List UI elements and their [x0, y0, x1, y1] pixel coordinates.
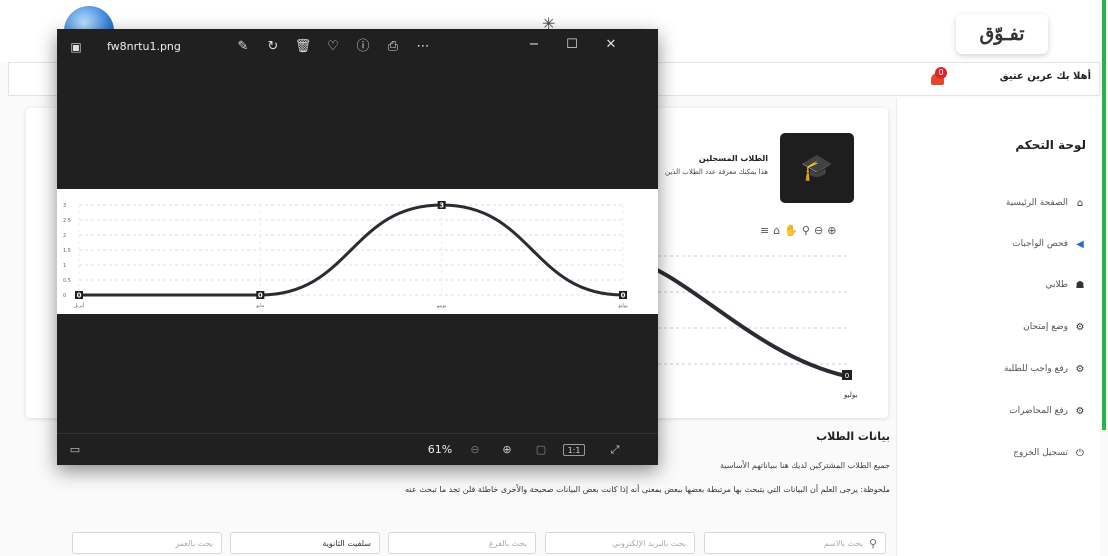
info-icon[interactable]: ⓘ [353, 37, 373, 57]
filmstrip-icon[interactable]: ▭ [65, 442, 85, 458]
viewer-filename: fw8nrtu1.png [107, 40, 181, 53]
school-select[interactable]: سلفيت الثانوية [230, 532, 380, 554]
x-tick-label: يونيو [436, 303, 447, 309]
more-options-icon[interactable]: ⋯ [413, 37, 433, 57]
sidebar-item-logout[interactable]: ⏻ تسجيل الخروج [1013, 444, 1086, 462]
sidebar: لوحة التحكم ⌂ الصفحة الرئيسية ◀ فحص الوا… [896, 98, 1100, 556]
sidebar-item-label: وضع إمتحان [1023, 322, 1068, 332]
search-email-input[interactable]: بحث بالبريد الإلكتروني [545, 532, 695, 554]
rotate-icon[interactable]: ↻ [263, 37, 283, 57]
students-data-title: بيانات الطلاب [816, 430, 890, 443]
sidebar-item-label: فحص الواجبات [1012, 239, 1068, 249]
y-tick-label: 0.5 [63, 278, 71, 284]
megaphone-icon: ◀ [1076, 238, 1084, 250]
line-chart: 3 2.5 2 1.5 1 0.5 0 0 0 3 0 أبريل مايو يونيو يوليو [63, 201, 628, 309]
search-icon: ⚲ [868, 536, 877, 550]
gear-icon: ⚙ [1075, 321, 1085, 333]
sidebar-item-label: تسجيل الخروج [1013, 448, 1068, 458]
data-label: 3 [439, 202, 444, 210]
actual-size-button[interactable]: 1:1 [563, 444, 585, 456]
students-data-subtitle: جميع الطلاب المشتركين لديك هنا ببياناتهم… [720, 461, 890, 470]
sidebar-item-upload-lectures[interactable]: ⚙ رفع المحاضرات [1009, 402, 1086, 420]
y-tick-label: 2 [63, 233, 66, 239]
sidebar-item-upload-homework[interactable]: ⚙ رفع واجب للطلبة [1004, 360, 1086, 378]
card-title: الطلاب المسجلين [698, 154, 768, 163]
minimize-button[interactable]: − [521, 35, 547, 55]
site-logo[interactable]: تفـوّق [956, 14, 1048, 54]
x-tick-label: يوليو [617, 303, 628, 309]
gear-icon: ⚙ [1075, 363, 1085, 375]
close-button[interactable]: ✕ [598, 35, 624, 55]
background-chart: 0 [640, 255, 852, 380]
favorite-heart-icon[interactable]: ♡ [323, 37, 343, 57]
students-data-note: ملحوظة: يرجى العلم أن البيانات التي يتبح… [405, 485, 890, 494]
graduate-icon: ☗ [1075, 279, 1085, 291]
sidebar-item-label: الصفحة الرئيسية [1005, 198, 1068, 208]
gear-icon: ⚙ [1075, 405, 1085, 417]
y-tick-label: 3 [63, 203, 66, 209]
data-label: 0 [258, 292, 263, 300]
data-label: 0 [77, 292, 82, 300]
sidebar-item-home[interactable]: ⌂ الصفحة الرئيسية [1006, 194, 1086, 212]
background-point-label: 0 [845, 372, 849, 380]
background-x-label: يوليو [844, 391, 858, 399]
x-tick-label: أبريل [74, 302, 85, 309]
y-tick-label: 1 [63, 263, 66, 269]
filter-value: سلفيت الثانوية [322, 538, 371, 548]
fit-to-window-icon[interactable]: ▢ [531, 442, 551, 458]
displayed-image: 3 2.5 2 1.5 1 0.5 0 0 0 3 0 أبريل مايو يونيو يوليو [57, 189, 658, 314]
print-icon[interactable]: ⎙ [383, 37, 403, 57]
sidebar-item-check-homework[interactable]: ◀ فحص الواجبات [1012, 235, 1086, 253]
filter-placeholder: بحث بالاسم [823, 538, 863, 548]
zoom-in-icon[interactable]: ⊕ [497, 442, 517, 458]
sidebar-item-label: رفع واجب للطلبة [1003, 364, 1068, 374]
notification-badge: 0 [935, 67, 947, 79]
power-icon: ⏻ [1076, 447, 1084, 459]
filter-placeholder: بحث بالعمر [175, 538, 213, 548]
search-branch-input[interactable]: بحث بالفرع [388, 532, 536, 554]
y-tick-label: 1.5 [63, 248, 71, 254]
sidebar-item-create-exam[interactable]: ⚙ وضع إمتحان [1023, 318, 1086, 336]
search-age-input[interactable]: بحث بالعمر [72, 532, 222, 554]
home-icon: ⌂ [1076, 197, 1084, 209]
page: ✳ تفـوّق أهلا بك عرين عتيق 0 لوحة التحكم… [0, 0, 1108, 556]
filter-placeholder: بحث بالفرع [488, 538, 527, 548]
notification-bell-icon[interactable]: 0 [929, 67, 949, 89]
fullscreen-icon[interactable]: ⤢ [605, 442, 625, 458]
graduation-cap-icon: 🎓 [780, 133, 854, 203]
viewer-titlebar: ▣ fw8nrtu1.png ✎ ↻ 🗑 ♡ ⓘ ⎙ ⋯ − ☐ ✕ [57, 29, 658, 65]
zoom-level: 61% [427, 443, 453, 456]
filter-placeholder: بحث بالبريد الإلكتروني [612, 538, 686, 548]
x-tick-label: مايو [255, 303, 264, 309]
accent-bar [1102, 0, 1106, 430]
zoom-out-icon[interactable]: ⊖ [465, 442, 485, 458]
photos-app-icon: ▣ [70, 40, 82, 54]
sidebar-item-label: رفع المحاضرات [1009, 406, 1068, 416]
image-viewer-window: ▣ fw8nrtu1.png ✎ ↻ 🗑 ♡ ⓘ ⎙ ⋯ − ☐ ✕ 3 2.5 2… [57, 29, 658, 465]
delete-icon[interactable]: 🗑 [293, 37, 313, 57]
sidebar-item-label: طلابي [1045, 280, 1068, 290]
card-description: هذا يمكنك معرفة عدد الطلاب الذين [665, 168, 768, 176]
y-tick-label: 2.5 [63, 218, 71, 224]
background-series-line [640, 260, 847, 378]
viewer-bottom-bar: ▭ 61% ⊖ ⊕ ▢ 1:1 ⤢ [57, 433, 658, 465]
maximize-button[interactable]: ☐ [559, 35, 585, 55]
y-tick-label: 0 [63, 293, 66, 299]
data-label: 0 [621, 292, 626, 300]
search-name-input[interactable]: ⚲ بحث بالاسم [704, 532, 886, 554]
sidebar-title: لوحة التحكم [1015, 138, 1086, 152]
sidebar-item-my-students[interactable]: ☗ طلابي [1045, 276, 1086, 294]
edit-image-icon[interactable]: ✎ [233, 37, 253, 57]
welcome-text: أهلا بك عرين عتيق [999, 71, 1091, 82]
